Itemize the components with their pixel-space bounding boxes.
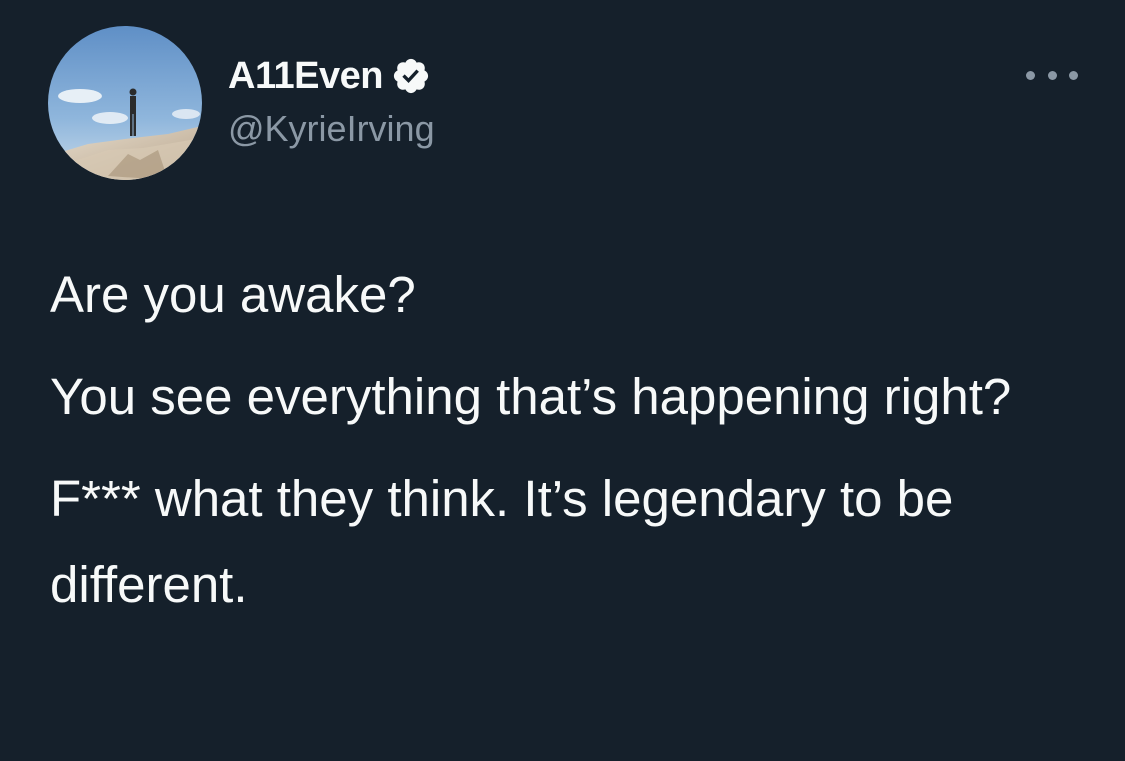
- verified-badge-icon: [391, 56, 431, 96]
- more-options-icon[interactable]: [1026, 62, 1078, 88]
- author-display-name[interactable]: A11Even: [228, 55, 383, 98]
- more-dot: [1026, 70, 1035, 80]
- more-dot: [1047, 70, 1057, 80]
- tweet-paragraph: You see everything that’s happening righ…: [50, 368, 1012, 425]
- author-avatar[interactable]: [48, 26, 202, 180]
- tweet-text: Are you awake? You see everything that’s…: [50, 252, 1090, 644]
- profile-photo-icon: [48, 26, 202, 180]
- tweet-paragraph: F*** what they think. It’s legendary to …: [50, 470, 954, 613]
- tweet-paragraph: Are you awake?: [50, 266, 416, 323]
- tweet-card: A11Even @KyrieIrving Are you awake? You …: [0, 0, 1125, 761]
- author-name-row: A11Even: [228, 52, 431, 100]
- author-handle[interactable]: @KyrieIrving: [228, 108, 435, 150]
- more-dot: [1069, 70, 1078, 80]
